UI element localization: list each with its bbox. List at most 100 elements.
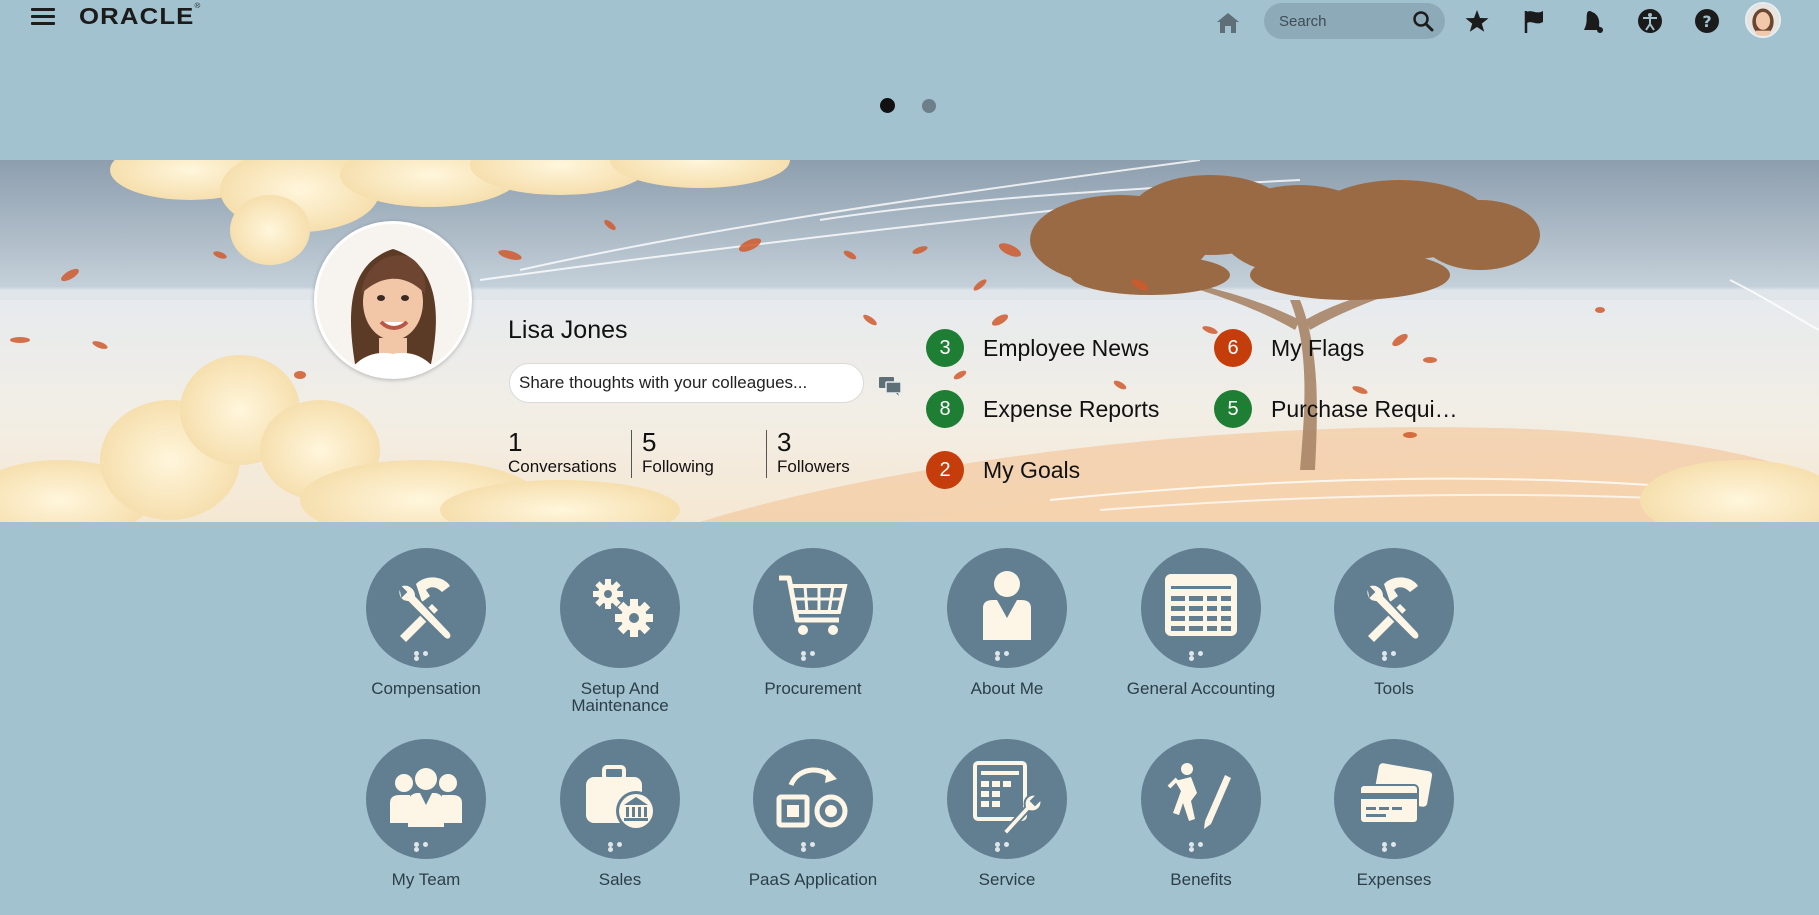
quick-link-label: Purchase Requi… <box>1271 396 1458 422</box>
quick-link-label: Expense Reports <box>983 396 1160 422</box>
conversation-icon[interactable] <box>878 375 902 397</box>
more-options-icon <box>995 651 1021 661</box>
app-tile-circle <box>753 739 873 859</box>
app-tile-circle <box>1141 739 1261 859</box>
stat-label: Following <box>642 457 714 476</box>
more-options-icon <box>1189 651 1215 661</box>
app-tile-circle <box>1334 548 1454 668</box>
app-tile-circle <box>753 548 873 668</box>
carousel-dot-1[interactable] <box>880 98 895 113</box>
count-badge: 6 <box>1214 329 1252 367</box>
app-tile-label: Compensation <box>371 679 481 698</box>
stat-value: 3 <box>777 427 792 457</box>
app-tile-label: About Me <box>970 679 1044 698</box>
app-tile-general-accounting[interactable]: General Accounting <box>1116 548 1286 697</box>
app-tile-circle <box>560 739 680 859</box>
app-tile-label: Service <box>978 870 1036 889</box>
app-tile-service[interactable]: Service <box>922 739 1092 888</box>
carousel-dot-2[interactable] <box>922 99 936 113</box>
app-tile-label: General Accounting <box>1126 679 1276 698</box>
app-tile-benefits[interactable]: Benefits <box>1116 739 1286 888</box>
ledger-icon <box>1165 574 1237 636</box>
quick-link-label: My Flags <box>1271 335 1365 361</box>
notifications-bell-icon[interactable] <box>1578 6 1608 36</box>
stat-label: Followers <box>777 457 850 476</box>
benefits-icon <box>1167 763 1231 829</box>
more-options-icon <box>608 842 634 852</box>
app-tile-label: Tools <box>1374 679 1414 698</box>
app-tile-setup-and-maintenance[interactable]: Setup And Maintenance <box>535 548 705 714</box>
hamburger-icon[interactable] <box>31 5 55 29</box>
search-icon[interactable] <box>1412 10 1434 32</box>
more-options-icon <box>414 842 440 852</box>
app-tile-compensation[interactable]: Compensation <box>341 548 511 697</box>
app-tile-sales[interactable]: Sales <box>535 739 705 888</box>
app-tile-circle <box>947 739 1067 859</box>
stat-value: 5 <box>642 427 657 457</box>
svg-text:?: ? <box>1702 12 1711 31</box>
person-icon <box>983 571 1031 640</box>
more-options-icon <box>801 842 827 852</box>
user-name[interactable]: Lisa Jones <box>508 316 628 345</box>
app-tile-circle <box>1334 739 1454 859</box>
user-avatar[interactable] <box>1745 2 1781 38</box>
search-input[interactable] <box>1279 3 1409 39</box>
team-icon <box>390 768 462 827</box>
stat-label: Conversations <box>508 457 617 476</box>
more-options-icon <box>1189 842 1215 852</box>
app-tile-circle <box>560 548 680 668</box>
stat-conversations[interactable]: 1 Conversations <box>508 427 617 477</box>
app-tile-circle <box>366 548 486 668</box>
app-tile-expenses[interactable]: Expenses <box>1309 739 1479 888</box>
more-options-icon <box>995 842 1021 852</box>
home-icon[interactable] <box>1214 9 1242 37</box>
app-tile-my-team[interactable]: My Team <box>341 739 511 888</box>
watchlist-flag-icon[interactable] <box>1520 6 1550 36</box>
profile-banner: Lisa Jones 1 Conversations 5 Following 3… <box>0 160 1819 522</box>
share-thoughts-box <box>509 363 864 403</box>
app-tile-circle <box>366 739 486 859</box>
app-tile-tools[interactable]: Tools <box>1309 548 1479 697</box>
app-tile-label: Expenses <box>1356 870 1432 889</box>
more-options-icon <box>801 651 827 661</box>
more-options-icon <box>1382 651 1408 661</box>
global-header: ORACLE® ? <box>0 0 1819 44</box>
service-icon <box>973 761 1043 837</box>
app-tile-label: PaaS Application <box>748 870 878 889</box>
quick-link-label: My Goals <box>983 457 1081 483</box>
app-tile-label: Procurement <box>764 679 862 698</box>
app-tile-circle <box>1141 548 1261 668</box>
tools-icon <box>397 577 453 642</box>
credit-card-icon <box>1359 763 1433 824</box>
stat-divider <box>631 430 632 478</box>
app-tile-label: My Team <box>391 870 461 889</box>
oracle-logo[interactable]: ORACLE® <box>79 3 201 30</box>
help-icon[interactable]: ? <box>1692 6 1722 36</box>
briefcase-bank-icon <box>586 765 656 831</box>
favorites-star-icon[interactable] <box>1462 6 1492 36</box>
more-options-icon <box>414 651 440 661</box>
app-tile-about-me[interactable]: About Me <box>922 548 1092 697</box>
count-badge: 2 <box>926 451 964 489</box>
tools-icon <box>1365 577 1421 642</box>
count-badge: 3 <box>926 329 964 367</box>
app-tile-procurement[interactable]: Procurement <box>728 548 898 697</box>
cart-icon <box>779 575 848 635</box>
count-badge: 8 <box>926 390 964 428</box>
quick-link-label: Employee News <box>983 335 1150 361</box>
app-tile-label: Setup And Maintenance <box>571 679 669 715</box>
stat-following[interactable]: 5 Following <box>642 427 714 477</box>
app-tile-paas-application[interactable]: PaaS Application <box>728 739 898 888</box>
profile-photo[interactable] <box>314 221 472 379</box>
autumn-landscape-illustration <box>0 160 1819 522</box>
stat-divider <box>766 430 767 478</box>
stat-value: 1 <box>508 427 523 457</box>
accessibility-icon[interactable] <box>1635 6 1665 36</box>
more-options-icon <box>1382 842 1408 852</box>
count-badge: 5 <box>1214 390 1252 428</box>
paas-icon <box>776 767 848 828</box>
share-thoughts-input[interactable] <box>519 364 849 402</box>
app-tile-label: Sales <box>598 870 642 889</box>
stat-followers[interactable]: 3 Followers <box>777 427 850 477</box>
app-tile-label: Benefits <box>1170 870 1232 889</box>
